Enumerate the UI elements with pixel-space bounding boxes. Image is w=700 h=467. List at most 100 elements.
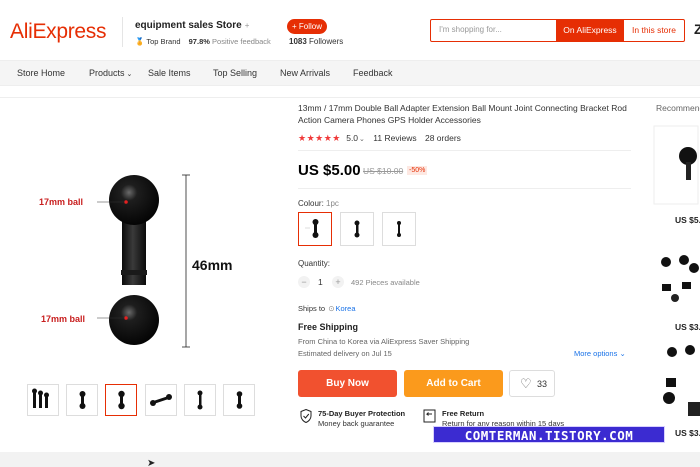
colour-value: 1pc bbox=[326, 199, 339, 208]
wishlist-count: 33 bbox=[537, 379, 548, 389]
search-in-store-button[interactable]: In this store bbox=[624, 20, 684, 40]
return-icon bbox=[423, 409, 436, 423]
thumb-image bbox=[118, 390, 125, 410]
footer-bar bbox=[0, 452, 700, 467]
option-image bbox=[354, 220, 360, 238]
rec-image bbox=[663, 345, 700, 416]
free-return-title: Free Return bbox=[442, 409, 485, 418]
heart-icon: ♡ bbox=[520, 376, 532, 391]
quantity-label: Quantity: bbox=[298, 259, 331, 268]
ships-to-country[interactable]: Korea bbox=[336, 304, 356, 313]
colour-option[interactable] bbox=[298, 212, 332, 246]
ships-to-label: Ships to bbox=[298, 304, 326, 313]
buyer-protection-title: 75-Day Buyer Protection bbox=[318, 409, 406, 418]
chevron-down-icon: ⌄ bbox=[126, 71, 133, 78]
recommended-item-image[interactable] bbox=[650, 340, 700, 425]
section-divider bbox=[0, 97, 700, 98]
top-ball-label: 17mm ball bbox=[39, 197, 83, 207]
rating-row: ★★★★★ 5.0⌄ 11 Reviews 28 orders bbox=[298, 133, 461, 144]
recommended-item-image[interactable] bbox=[650, 232, 700, 317]
followers-label: Followers bbox=[309, 37, 344, 46]
followers: 1083 Followers bbox=[289, 37, 343, 46]
colour-label: Colour: 1pc bbox=[298, 199, 339, 208]
buy-now-button[interactable]: Buy Now bbox=[298, 370, 397, 397]
thumb-image bbox=[79, 391, 86, 409]
rec-image bbox=[653, 125, 699, 205]
watermark: COMTERMAN.TISTORY.COM bbox=[433, 426, 665, 443]
nav-products[interactable]: Products ⌄ bbox=[89, 68, 132, 78]
thumb-image bbox=[150, 394, 172, 406]
price: US $5.00 bbox=[298, 162, 361, 179]
thumb-image bbox=[236, 391, 243, 409]
nav-store-home[interactable]: Store Home bbox=[17, 68, 65, 78]
positive-feedback-pct: 97.8% bbox=[188, 37, 210, 46]
search-on-aliexpress-button[interactable]: On AliExpress bbox=[556, 19, 624, 41]
nav-feedback[interactable]: Feedback bbox=[353, 68, 393, 78]
mouse-cursor-icon: ➤ bbox=[147, 458, 156, 467]
store-name[interactable]: equipment sales Store + bbox=[135, 20, 249, 31]
wishlist-button[interactable]: ♡ 33 bbox=[509, 370, 555, 397]
thumb-image bbox=[197, 390, 203, 410]
follow-button[interactable]: + Follow bbox=[287, 19, 327, 34]
thumbnail[interactable] bbox=[66, 384, 98, 416]
followers-count: 1083 bbox=[289, 37, 307, 46]
main-product-image[interactable]: 17mm ball 17mm ball 46mm bbox=[5, 105, 278, 378]
more-options-link[interactable]: More options ⌄ bbox=[574, 349, 626, 358]
product-title: 13mm / 17mm Double Ball Adapter Extensio… bbox=[298, 103, 627, 125]
colour-option[interactable] bbox=[340, 212, 374, 246]
shield-check-icon bbox=[300, 409, 312, 423]
original-price: US $10.00 bbox=[363, 166, 404, 176]
store-nav: Store Home Products ⌄ Sale Items Top Sell… bbox=[0, 60, 700, 86]
header-cut-text: Z bbox=[694, 21, 700, 37]
store-caret-icon[interactable]: + bbox=[245, 21, 250, 30]
colour-label-text: Colour: bbox=[298, 199, 324, 208]
colour-option[interactable] bbox=[382, 212, 416, 246]
positive-feedback-label: Positive feedback bbox=[212, 37, 271, 46]
location-pin-icon: ⊙ bbox=[328, 304, 335, 313]
header-divider bbox=[122, 17, 123, 47]
add-to-cart-button[interactable]: Add to Cart bbox=[404, 370, 503, 397]
rating-score[interactable]: 5.0 bbox=[346, 133, 358, 143]
thumbnail[interactable] bbox=[105, 384, 137, 416]
estimated-delivery: Estimated delivery on Jul 15 bbox=[298, 349, 392, 358]
recommended-title: Recommended You bbox=[656, 103, 700, 113]
thumbnail[interactable] bbox=[223, 384, 255, 416]
bottom-ball-label: 17mm ball bbox=[41, 314, 85, 324]
chevron-down-icon: ⌄ bbox=[359, 136, 365, 143]
recommended-price: US $5. bbox=[675, 215, 700, 225]
discount-badge: -50% bbox=[407, 166, 428, 175]
orders-count: 28 orders bbox=[424, 133, 461, 143]
rec-image bbox=[661, 255, 699, 302]
quantity-decrease-button[interactable]: − bbox=[298, 276, 310, 288]
header: AliExpress equipment sales Store + 🏅 Top B… bbox=[0, 0, 700, 60]
nav-sale-items[interactable]: Sale Items bbox=[148, 68, 191, 78]
chevron-down-icon: ⌄ bbox=[619, 349, 626, 358]
nav-new-arrivals[interactable]: New Arrivals bbox=[280, 68, 330, 78]
quantity-input[interactable]: 1 bbox=[318, 277, 323, 287]
buyer-protection-subtitle: Money back guarantee bbox=[318, 419, 395, 428]
reviews-link[interactable]: 11 Reviews bbox=[373, 133, 416, 143]
ball-adapter-image: 17mm ball 17mm ball 46mm bbox=[39, 174, 232, 348]
recommended-item-image[interactable] bbox=[650, 122, 700, 207]
thumbnail[interactable] bbox=[145, 384, 177, 416]
option-image bbox=[305, 219, 319, 238]
store-name-text[interactable]: equipment sales Store bbox=[135, 20, 242, 31]
recommended-price: US $3. bbox=[675, 322, 700, 332]
star-rating-icon: ★★★★★ bbox=[298, 133, 341, 143]
thumbnail[interactable] bbox=[27, 384, 59, 416]
nav-top-selling[interactable]: Top Selling bbox=[213, 68, 257, 78]
shipping-route: From China to Korea via AliExpress Saver… bbox=[298, 337, 470, 346]
ships-to: Ships to ⊙Korea bbox=[298, 304, 356, 313]
thumbnail[interactable] bbox=[184, 384, 216, 416]
quantity-increase-button[interactable]: + bbox=[332, 276, 344, 288]
search-box: I'm shopping for... On AliExpress In thi… bbox=[430, 19, 685, 42]
search-input[interactable]: I'm shopping for... bbox=[439, 25, 502, 34]
recommended-price: US $3. bbox=[675, 428, 700, 438]
aliexpress-logo[interactable]: AliExpress bbox=[10, 20, 107, 44]
nav-products-label[interactable]: Products bbox=[89, 68, 125, 78]
free-shipping-title: Free Shipping bbox=[298, 322, 359, 332]
thumb-image bbox=[32, 388, 49, 408]
length-label: 46mm bbox=[192, 257, 232, 273]
more-options-label[interactable]: More options bbox=[574, 349, 617, 358]
pieces-available: 492 Pieces available bbox=[351, 278, 420, 287]
